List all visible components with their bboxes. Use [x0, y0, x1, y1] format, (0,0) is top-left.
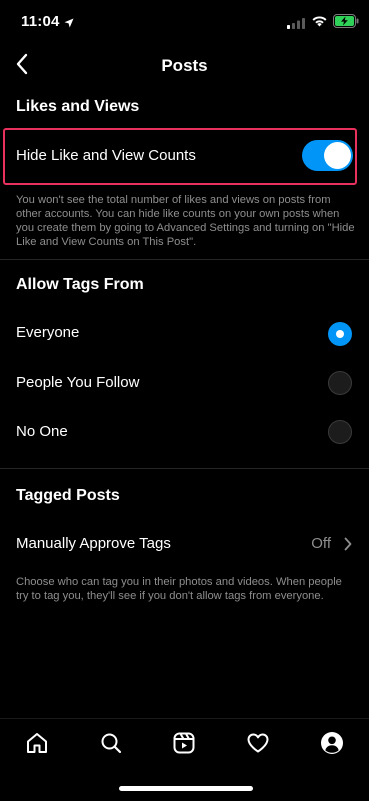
tab-search[interactable]: [97, 731, 125, 759]
tab-reels[interactable]: [170, 731, 198, 759]
hide-counts-toggle[interactable]: [302, 140, 353, 171]
allow-tags-heading: Allow Tags From: [16, 276, 144, 293]
tab-activity[interactable]: [244, 731, 272, 759]
hide-counts-label: Hide Like and View Counts: [16, 147, 196, 164]
manually-approve-tags-row[interactable]: Manually Approve Tags Off: [0, 526, 369, 562]
reels-icon: [172, 731, 196, 760]
search-icon: [99, 731, 123, 760]
cellular-signal-icon: [287, 16, 305, 34]
tagged-posts-heading: Tagged Posts: [16, 487, 120, 504]
option-everyone-label: Everyone: [16, 324, 80, 341]
status-bar: 11:04: [0, 0, 369, 44]
wifi-icon: [311, 14, 328, 32]
chevron-right-icon: [344, 537, 352, 556]
tab-home[interactable]: [23, 731, 51, 759]
home-indicator: [119, 786, 253, 791]
option-no-one-label: No One: [16, 423, 68, 440]
location-arrow-icon: [64, 15, 74, 33]
tagged-posts-description: Choose who can tag you in their photos a…: [16, 576, 342, 602]
manually-approve-tags-value: Off: [311, 535, 331, 552]
home-icon: [25, 731, 49, 760]
tab-profile[interactable]: [318, 731, 346, 759]
toggle-knob: [324, 142, 351, 169]
option-no-one-radio[interactable]: [328, 420, 352, 444]
heart-icon: [246, 731, 270, 760]
nav-bar: Posts: [0, 44, 369, 88]
option-people-you-follow-label: People You Follow: [16, 374, 140, 391]
option-people-you-follow-radio[interactable]: [328, 371, 352, 395]
page-title: Posts: [161, 56, 208, 75]
battery-charging-icon: [333, 14, 359, 33]
manually-approve-tags-label: Manually Approve Tags: [16, 535, 171, 552]
option-everyone-radio[interactable]: [328, 322, 352, 346]
likes-views-description: You won't see the total number of likes …: [16, 194, 355, 248]
likes-views-heading: Likes and Views: [16, 98, 140, 115]
profile-icon: [320, 731, 344, 760]
status-time: 11:04: [21, 13, 60, 30]
divider: [0, 259, 369, 260]
divider: [0, 468, 369, 469]
